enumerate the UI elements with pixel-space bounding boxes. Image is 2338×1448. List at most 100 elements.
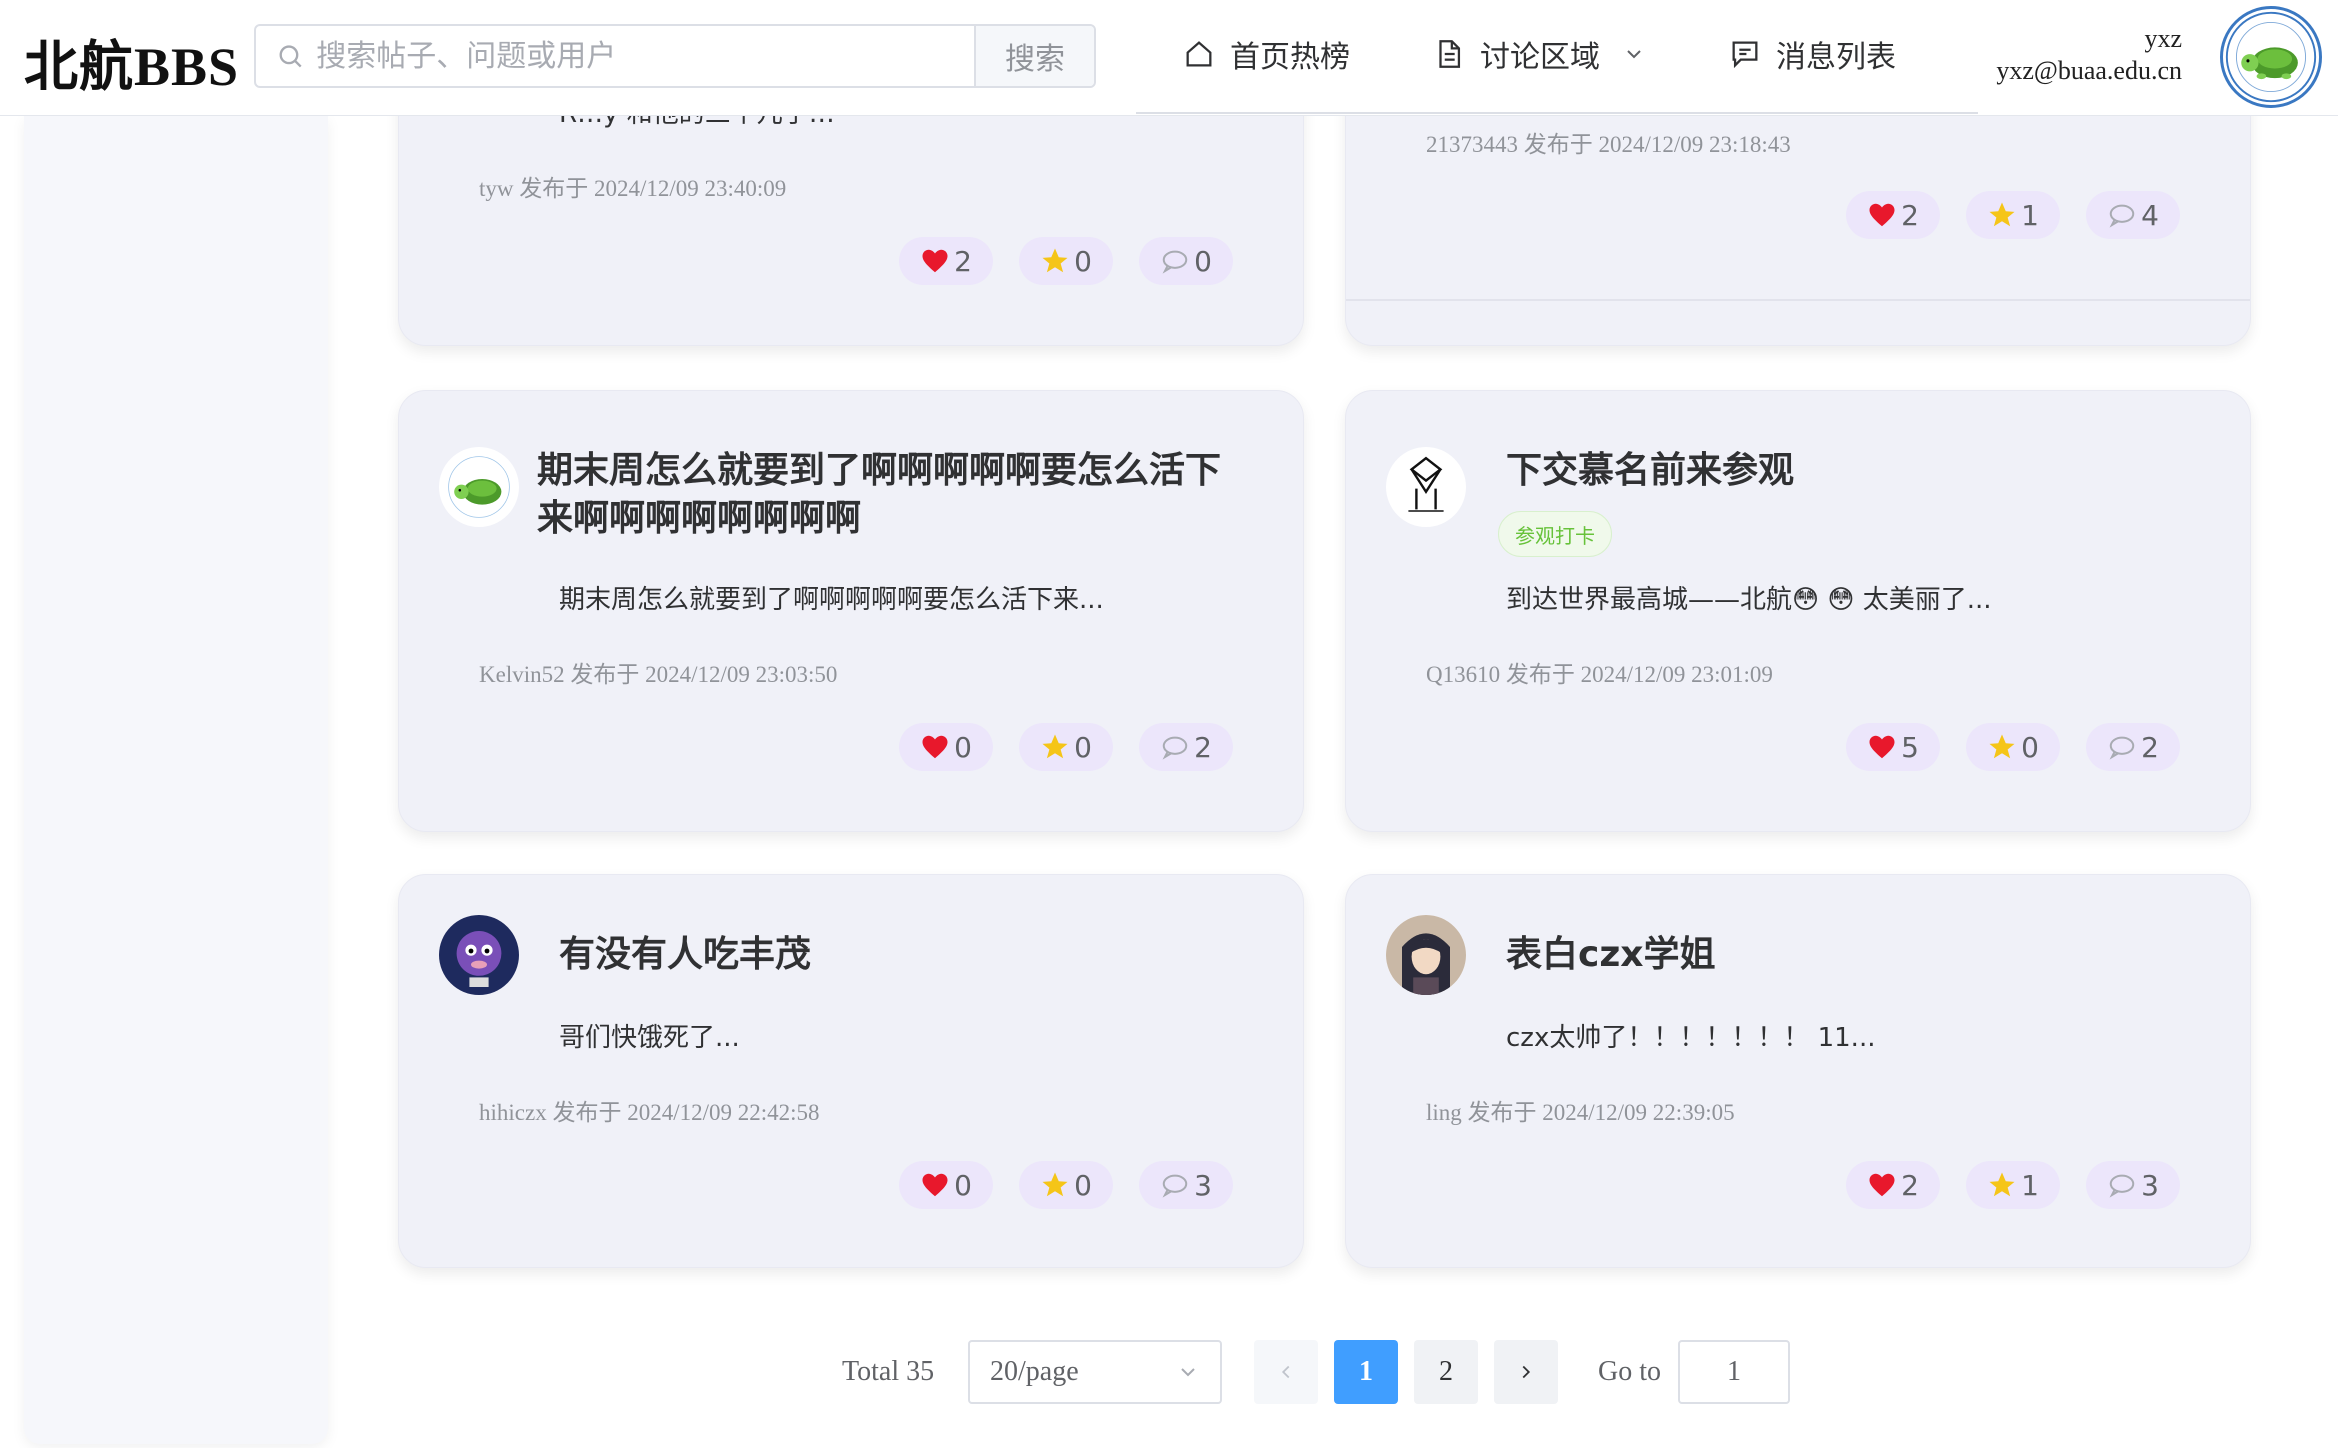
post-title[interactable]: 期末周怎么就要到了啊啊啊啊啊要怎么活下来啊啊啊啊啊啊啊啊: [537, 447, 1237, 543]
comment-count: 2: [1194, 730, 1212, 764]
post-meta: ling 发布于 2024/12/09 22:39:05: [1426, 1100, 1735, 1125]
comment-icon: [2109, 1174, 2135, 1198]
search-input[interactable]: [316, 38, 974, 74]
like-button[interactable]: 5: [1846, 723, 1940, 771]
nav-home-hot[interactable]: 首页热榜: [1182, 30, 1350, 78]
favorite-count: 0: [2021, 730, 2039, 764]
comment-button[interactable]: 3: [2086, 1161, 2180, 1209]
chevron-left-icon: [1281, 1365, 1290, 1379]
goto-label: Go to: [1598, 1356, 1661, 1387]
like-count: 2: [1901, 1168, 1919, 1202]
favorite-button[interactable]: 1: [1966, 1161, 2060, 1209]
search-icon: [279, 45, 302, 68]
search-bar: 搜索: [254, 24, 1096, 88]
like-button[interactable]: 2: [1846, 191, 1940, 239]
heart-icon: [922, 249, 948, 273]
top-header: 北航BBS 搜索 首页热榜 讨论区域 消息列表 yxz yxz@buaa.edu…: [0, 0, 2338, 116]
post-stats: 5 0 2: [1846, 723, 2180, 771]
post-excerpt: 到达世界最高城——北航😳 😳 太美丽了...: [1506, 585, 1992, 615]
post-tag[interactable]: 参观打卡: [1498, 511, 1612, 557]
chevron-right-icon: [1522, 1365, 1531, 1379]
chevron-down-icon[interactable]: [1622, 42, 1646, 66]
author-avatar[interactable]: [439, 447, 519, 527]
comment-icon: [1162, 736, 1188, 760]
like-button[interactable]: 0: [899, 723, 993, 771]
chevron-down-icon: [1181, 1368, 1195, 1377]
post-meta: Q13610 发布于 2024/12/09 23:01:09: [1426, 662, 1773, 687]
turtle-logo-icon: [2225, 11, 2317, 103]
favorite-button[interactable]: 0: [1966, 723, 2060, 771]
search-button[interactable]: 搜索: [974, 26, 1094, 86]
favorite-button[interactable]: 0: [1019, 723, 1113, 771]
post-stats: 2 0 0: [899, 237, 1233, 285]
like-count: 0: [954, 1168, 972, 1202]
like-count: 2: [954, 244, 972, 278]
turtle-logo-icon: [440, 448, 518, 526]
like-button[interactable]: 0: [899, 1161, 993, 1209]
favorite-count: 0: [1074, 244, 1092, 278]
search-field-wrapper: [256, 26, 974, 86]
comment-count: 0: [1194, 244, 1212, 278]
school-logo-icon: [1387, 448, 1465, 526]
favorite-button[interactable]: 0: [1019, 237, 1113, 285]
star-icon: [1042, 1172, 1068, 1197]
character-avatar-icon: [439, 915, 519, 995]
comment-button[interactable]: 3: [1139, 1161, 1233, 1209]
document-icon: [1439, 40, 1461, 68]
star-icon: [1989, 1172, 2015, 1197]
nav-message-list[interactable]: 消息列表: [1728, 30, 1896, 78]
post-stats: 0 0 2: [899, 723, 1233, 771]
nav-label: 消息列表: [1776, 40, 1896, 75]
heart-icon: [922, 735, 948, 759]
author-avatar[interactable]: [1386, 915, 1466, 995]
favorite-count: 1: [2021, 1168, 2039, 1202]
post-card[interactable]: 下交慕名前来参观 参观打卡 到达世界最高城——北航😳 😳 太美丽了... Q13…: [1345, 390, 2251, 832]
nav-discussion-area[interactable]: 讨论区域: [1432, 30, 1646, 78]
star-icon: [1989, 734, 2015, 759]
site-logo[interactable]: 北航BBS: [24, 22, 239, 101]
post-title[interactable]: 有没有人吃丰茂: [559, 931, 811, 979]
favorite-count: 0: [1074, 730, 1092, 764]
comment-button[interactable]: 0: [1139, 237, 1233, 285]
like-count: 5: [1901, 730, 1919, 764]
post-meta: Kelvin52 发布于 2024/12/09 23:03:50: [479, 662, 838, 687]
comment-count: 4: [2141, 198, 2159, 232]
message-icon: [1732, 41, 1758, 69]
comment-count: 2: [2141, 730, 2159, 764]
page-button-2[interactable]: 2: [1414, 1340, 1478, 1404]
author-avatar[interactable]: [439, 915, 519, 995]
post-card[interactable]: 表白czx学姐 czx太帅了！！！！！！！ 11... ling 发布于 202…: [1345, 874, 2251, 1268]
post-card[interactable]: 有没有人吃丰茂 哥们快饿死了... hihiczx 发布于 2024/12/09…: [398, 874, 1304, 1268]
favorite-button[interactable]: 0: [1019, 1161, 1113, 1209]
author-avatar[interactable]: [1386, 447, 1466, 527]
post-excerpt: 哥们快饿死了...: [559, 1023, 740, 1053]
next-page-button[interactable]: [1494, 1340, 1558, 1404]
like-button[interactable]: 2: [899, 237, 993, 285]
page-size-select[interactable]: 20/page: [968, 1340, 1222, 1404]
comment-button[interactable]: 2: [2086, 723, 2180, 771]
like-count: 0: [954, 730, 972, 764]
favorite-count: 1: [2021, 198, 2039, 232]
star-icon: [1042, 734, 1068, 759]
comment-button[interactable]: 2: [1139, 723, 1233, 771]
goto-page-input[interactable]: 1: [1678, 1340, 1790, 1404]
page-button-1[interactable]: 1: [1334, 1340, 1398, 1404]
pagination: Total 35 20/page 1 2 Go to 1: [0, 1340, 2338, 1404]
pagination-total: Total 35: [842, 1356, 935, 1387]
like-button[interactable]: 2: [1846, 1161, 1940, 1209]
post-title[interactable]: 表白czx学姐: [1506, 931, 1716, 979]
favorite-count: 0: [1074, 1168, 1092, 1202]
post-stats: 0 0 3: [899, 1161, 1233, 1209]
comment-button[interactable]: 4: [2086, 191, 2180, 239]
post-title[interactable]: 下交慕名前来参观: [1506, 447, 1794, 495]
heart-icon: [1869, 203, 1895, 227]
favorite-button[interactable]: 1: [1966, 191, 2060, 239]
user-email: yxz@buaa.edu.cn: [1996, 56, 2182, 85]
prev-page-button[interactable]: [1254, 1340, 1318, 1404]
heart-icon: [1869, 735, 1895, 759]
star-icon: [1042, 248, 1068, 273]
user-name: yxz: [2144, 24, 2182, 53]
post-card[interactable]: 期末周怎么就要到了啊啊啊啊啊要怎么活下来啊啊啊啊啊啊啊啊 期末周怎么就要到了啊啊…: [398, 390, 1304, 832]
comment-icon: [1162, 250, 1188, 274]
user-avatar[interactable]: [2220, 6, 2322, 108]
